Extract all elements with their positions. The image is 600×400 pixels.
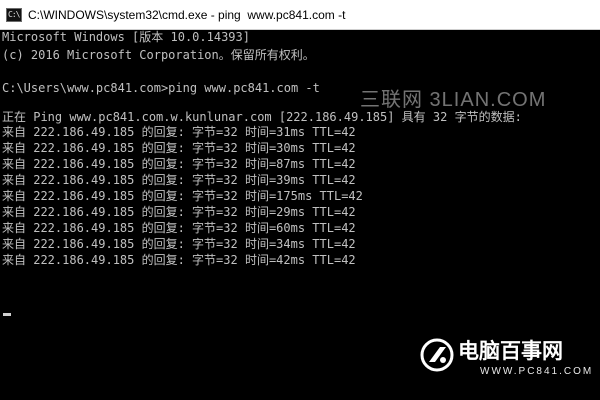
watermark-brand: 电脑百事网 WWW.PC841.COM <box>420 336 595 392</box>
console-line: 来自 222.186.49.185 的回复: 字节=32 时间=87ms TTL… <box>2 157 356 171</box>
brand-url: WWW.PC841.COM <box>480 366 594 377</box>
console-line: 正在 Ping www.pc841.com.w.kunlunar.com [22… <box>2 110 522 124</box>
console-line: (c) 2016 Microsoft Corporation。保留所有权利。 <box>2 48 315 62</box>
title-bar[interactable]: C:\ C:\WINDOWS\system32\cmd.exe - ping w… <box>0 0 600 30</box>
console-icon[interactable]: C:\ <box>6 8 22 22</box>
console-line: Microsoft Windows [版本 10.0.14393] <box>2 30 250 44</box>
console-line: 来自 222.186.49.185 的回复: 字节=32 时间=42ms TTL… <box>2 253 356 267</box>
watermark-3lian: 三联网 3LIAN.COM <box>360 89 547 111</box>
cmd-window: C:\ C:\WINDOWS\system32\cmd.exe - ping w… <box>0 0 600 400</box>
console-line: 来自 222.186.49.185 的回复: 字节=32 时间=29ms TTL… <box>2 205 356 219</box>
console-line: C:\Users\www.pc841.com>ping www.pc841.co… <box>2 81 320 95</box>
brand-logo-icon <box>420 338 454 372</box>
console-line: 来自 222.186.49.185 的回复: 字节=32 时间=60ms TTL… <box>2 221 356 235</box>
console-line: 来自 222.186.49.185 的回复: 字节=32 时间=30ms TTL… <box>2 141 356 155</box>
window-title: C:\WINDOWS\system32\cmd.exe - ping www.p… <box>28 8 346 22</box>
text-cursor <box>3 313 11 316</box>
console-line: 来自 222.186.49.185 的回复: 字节=32 时间=31ms TTL… <box>2 125 356 139</box>
brand-name: 电脑百事网 <box>458 339 563 363</box>
console-line: 来自 222.186.49.185 的回复: 字节=32 时间=39ms TTL… <box>2 173 356 187</box>
console-line: 来自 222.186.49.185 的回复: 字节=32 时间=34ms TTL… <box>2 237 356 251</box>
console-line: 来自 222.186.49.185 的回复: 字节=32 时间=175ms TT… <box>2 189 363 203</box>
